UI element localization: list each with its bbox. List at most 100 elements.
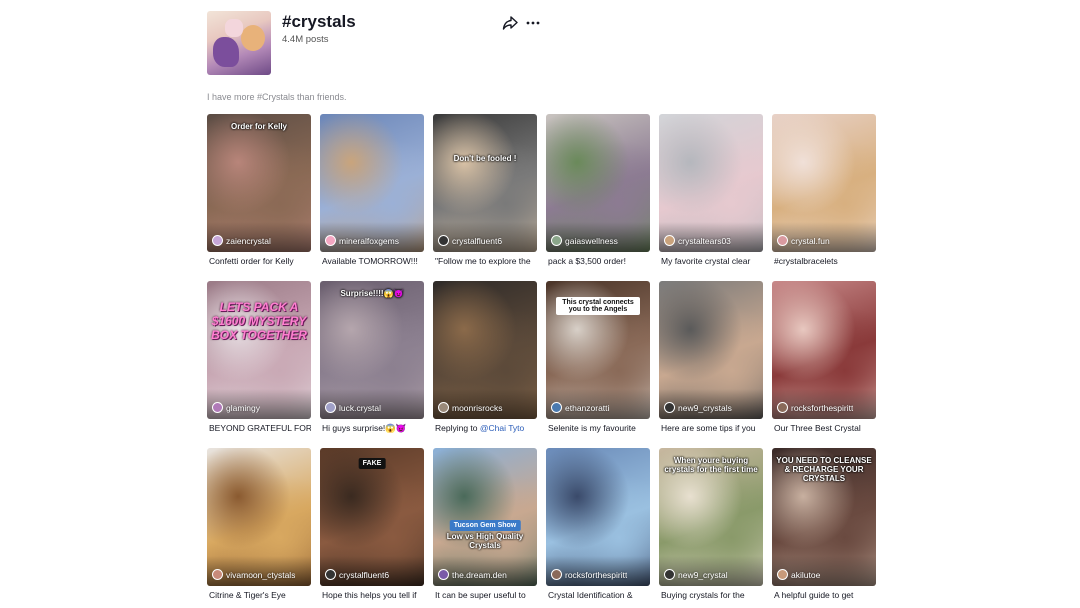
author-avatar [212, 569, 223, 580]
author-avatar [325, 569, 336, 580]
video-card[interactable]: vivamoon_ctystals Citrine & Tiger's Eye [207, 448, 311, 606]
video-author[interactable]: rocksforthespiritt [551, 569, 627, 580]
video-card[interactable]: Order for Kelly zaiencrystal Confetti orde… [207, 114, 311, 272]
video-caption: Replying to @Chai Tyto [435, 423, 537, 433]
video-author[interactable]: luck.crystal [325, 402, 381, 413]
video-thumbnail[interactable]: rocksforthespiritt [546, 448, 650, 586]
video-thumbnail[interactable]: vivamoon_ctystals [207, 448, 311, 586]
video-thumbnail[interactable]: crystal.fun [772, 114, 876, 252]
video-author[interactable]: glamingy [212, 402, 260, 413]
more-options-button[interactable] [525, 15, 541, 31]
video-overlay-text: Order for Kelly [230, 122, 287, 131]
video-card[interactable]: moonrisrocks Replying to @Chai Tyto [433, 281, 537, 439]
video-thumbnail[interactable]: moonrisrocks [433, 281, 537, 419]
author-name: luck.crystal [339, 402, 382, 413]
author-avatar [325, 402, 336, 413]
video-author[interactable]: vivamoon_ctystals [212, 569, 295, 580]
video-thumbnail[interactable]: Order for Kelly zaiencrystal [207, 114, 311, 252]
author-name: the.dream.den [452, 569, 507, 580]
video-card[interactable]: crystal.fun #crystalbracelets [772, 114, 876, 272]
video-caption: Confetti order for Kelly [209, 256, 294, 266]
more-icon [526, 21, 540, 25]
video-caption: My favorite crystal clear [661, 256, 751, 266]
video-thumbnail[interactable]: Surprise!!!!😱😈 luck.crystal [320, 281, 424, 419]
video-overlay-text: When youre buying crystals for the first… [664, 456, 758, 475]
video-author[interactable]: crystalfluent6 [325, 569, 389, 580]
author-avatar [777, 235, 788, 246]
video-thumbnail[interactable]: crystaltears03 [659, 114, 763, 252]
author-name: crystalfluent6 [339, 569, 390, 580]
video-card[interactable]: gaiaswellness pack a $3,500 order! [546, 114, 650, 272]
video-card[interactable]: LETS PACK A $1600 MYSTERY BOX TOGETHER gl… [207, 281, 311, 439]
video-card[interactable]: YOU NEED TO CLEANSE & RECHARGE YOUR CRYS… [772, 448, 876, 606]
video-author[interactable]: crystaltears03 [664, 235, 731, 246]
video-caption: Crystal Identification & [548, 590, 633, 600]
video-thumbnail[interactable]: YOU NEED TO CLEANSE & RECHARGE YOUR CRYS… [772, 448, 876, 586]
hashtag-header: #crystals 4.4M posts [207, 11, 547, 75]
share-icon [502, 16, 518, 30]
video-author[interactable]: akilutoe [777, 569, 820, 580]
video-caption: Buying crystals for the [661, 590, 745, 600]
video-card[interactable]: Surprise!!!!😱😈 luck.crystal Hi guys surpri… [320, 281, 424, 439]
caption-mention-link[interactable]: @Chai Tyto [480, 423, 524, 433]
video-caption: A helpful guide to get [774, 590, 854, 600]
video-card[interactable]: mineralfoxgems Available TOMORROW!!! [320, 114, 424, 272]
video-overlay-text: Low vs High Quality Crystals [446, 532, 524, 551]
video-thumbnail[interactable]: This crystal connects you to the Angels e… [546, 281, 650, 419]
video-author[interactable]: new9_crystal [664, 569, 728, 580]
author-name: akilutoe [791, 569, 821, 580]
video-card[interactable]: crystaltears03 My favorite crystal clear [659, 114, 763, 272]
share-button[interactable] [502, 15, 518, 31]
author-name: ethanzoratti [565, 402, 610, 413]
video-card[interactable]: FAKE crystalfluent6 Hope this helps you te… [320, 448, 424, 606]
video-card[interactable]: new9_crystals Here are some tips if you [659, 281, 763, 439]
author-avatar [325, 235, 336, 246]
video-caption: "Follow me to explore the [435, 256, 531, 266]
hashtag-cover-image [207, 11, 271, 75]
video-author[interactable]: crystalfluent6 [438, 235, 502, 246]
video-thumbnail[interactable]: Low vs High Quality Crystals Tucson Gem S… [433, 448, 537, 586]
video-caption: #crystalbracelets [774, 256, 838, 266]
video-author[interactable]: the.dream.den [438, 569, 507, 580]
video-overlay-text: Surprise!!!!😱😈 [340, 289, 404, 298]
video-author[interactable]: gaiaswellness [551, 235, 618, 246]
author-name: zaiencrystal [226, 235, 271, 246]
video-thumbnail[interactable]: new9_crystals [659, 281, 763, 419]
video-author[interactable]: crystal.fun [777, 235, 830, 246]
video-caption: Our Three Best Crystal [774, 423, 861, 433]
video-author[interactable]: zaiencrystal [212, 235, 271, 246]
video-author[interactable]: mineralfoxgems [325, 235, 399, 246]
author-name: mineralfoxgems [339, 235, 399, 246]
author-avatar [664, 235, 675, 246]
video-thumbnail[interactable]: gaiaswellness [546, 114, 650, 252]
video-thumbnail[interactable]: rocksforthespiritt [772, 281, 876, 419]
video-thumbnail[interactable]: Don't be fooled ! crystalfluent6 [433, 114, 537, 252]
video-caption: pack a $3,500 order! [548, 256, 626, 266]
video-card[interactable]: This crystal connects you to the Angels e… [546, 281, 650, 439]
author-name: glamingy [226, 402, 261, 413]
video-card[interactable]: Low vs High Quality Crystals Tucson Gem S… [433, 448, 537, 606]
video-card[interactable]: When youre buying crystals for the first… [659, 448, 763, 606]
author-avatar [212, 235, 223, 246]
author-avatar [777, 402, 788, 413]
video-author[interactable]: new9_crystals [664, 402, 732, 413]
author-name: moonrisrocks [452, 402, 503, 413]
caption-text: Replying to [435, 423, 480, 433]
video-author[interactable]: moonrisrocks [438, 402, 503, 413]
video-card[interactable]: Don't be fooled ! crystalfluent6 "Follow m… [433, 114, 537, 272]
author-avatar [438, 402, 449, 413]
video-caption: Selenite is my favourite [548, 423, 636, 433]
video-overlay-text: This crystal connects you to the Angels [556, 297, 640, 315]
video-thumbnail[interactable]: LETS PACK A $1600 MYSTERY BOX TOGETHER gl… [207, 281, 311, 419]
video-thumbnail[interactable]: mineralfoxgems [320, 114, 424, 252]
video-thumbnail[interactable]: FAKE crystalfluent6 [320, 448, 424, 586]
video-caption: It can be super useful to [435, 590, 526, 600]
video-card[interactable]: rocksforthespiritt Crystal Identification… [546, 448, 650, 606]
video-caption: Citrine & Tiger's Eye [209, 590, 286, 600]
video-caption: Here are some tips if you [661, 423, 756, 433]
video-card[interactable]: rocksforthespiritt Our Three Best Crystal [772, 281, 876, 439]
video-author[interactable]: ethanzoratti [551, 402, 609, 413]
video-author[interactable]: rocksforthespiritt [777, 402, 853, 413]
video-thumbnail[interactable]: When youre buying crystals for the first… [659, 448, 763, 586]
author-name: new9_crystals [678, 402, 732, 413]
